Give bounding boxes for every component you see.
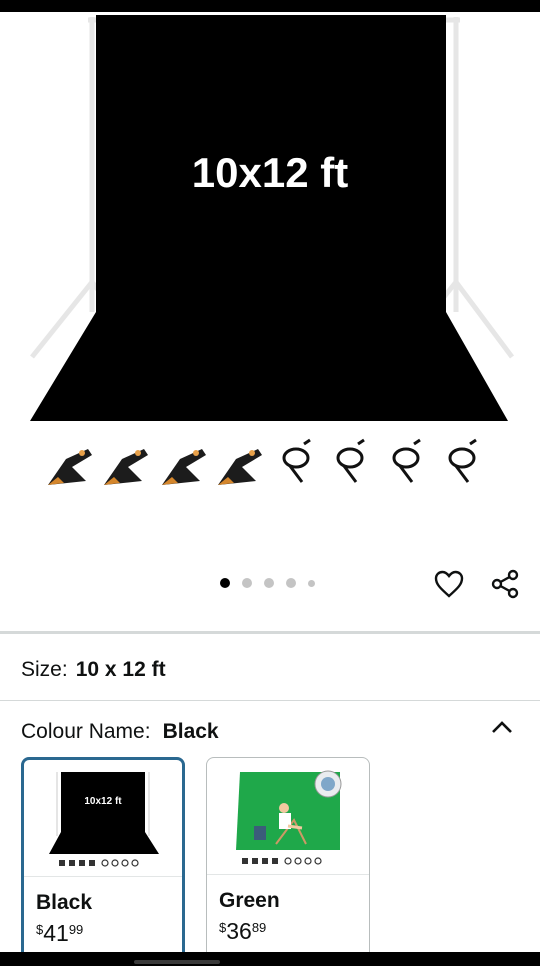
cable-tie-icons (282, 438, 477, 483)
swatch-separator (207, 874, 369, 875)
carousel-dot[interactable] (242, 578, 252, 588)
carousel-dot[interactable] (220, 578, 230, 588)
home-indicator[interactable] (134, 960, 220, 964)
swatch-name: Black (36, 891, 93, 914)
colour-option-green[interactable]: Green $3689 (206, 757, 370, 966)
colour-row: Colour Name: Black (21, 720, 219, 744)
heart-outline-icon (434, 570, 464, 598)
swatch-name: Green (219, 889, 280, 912)
product-image[interactable]: 10x12 ft (0, 12, 540, 570)
navigation-bar (0, 952, 540, 966)
backdrop-cloth (30, 15, 508, 421)
share-button[interactable] (488, 567, 522, 601)
colour-option-black[interactable]: 10x12 ft Black $4199 (21, 757, 185, 966)
share-icon (491, 569, 519, 599)
swatch-thumb-label: 10x12 ft (84, 796, 122, 807)
colour-label: Colour Name: (21, 720, 151, 743)
swatch-price: $3689 (219, 918, 267, 944)
swatch-thumbnail (207, 758, 369, 874)
colour-collapse-button[interactable] (488, 715, 516, 739)
wishlist-button[interactable] (432, 567, 466, 601)
carousel-dot[interactable] (264, 578, 274, 588)
clamp-icons (48, 449, 262, 485)
swatch-price: $4199 (36, 920, 84, 946)
chevron-up-icon (492, 721, 512, 733)
status-bar (0, 0, 540, 12)
image-size-label: 10x12 ft (192, 149, 348, 196)
carousel-dot[interactable] (308, 579, 315, 587)
swatch-thumbnail: 10x12 ft (24, 760, 182, 876)
carousel-indicator (220, 578, 315, 588)
section-divider (0, 631, 540, 634)
size-row[interactable]: Size: 10 x 12 ft (21, 658, 166, 682)
carousel-dot[interactable] (286, 578, 296, 588)
section-divider (0, 700, 540, 701)
colour-value: Black (162, 720, 219, 743)
size-label: Size: (21, 658, 68, 681)
size-value: 10 x 12 ft (75, 658, 166, 681)
swatch-separator (24, 876, 182, 877)
